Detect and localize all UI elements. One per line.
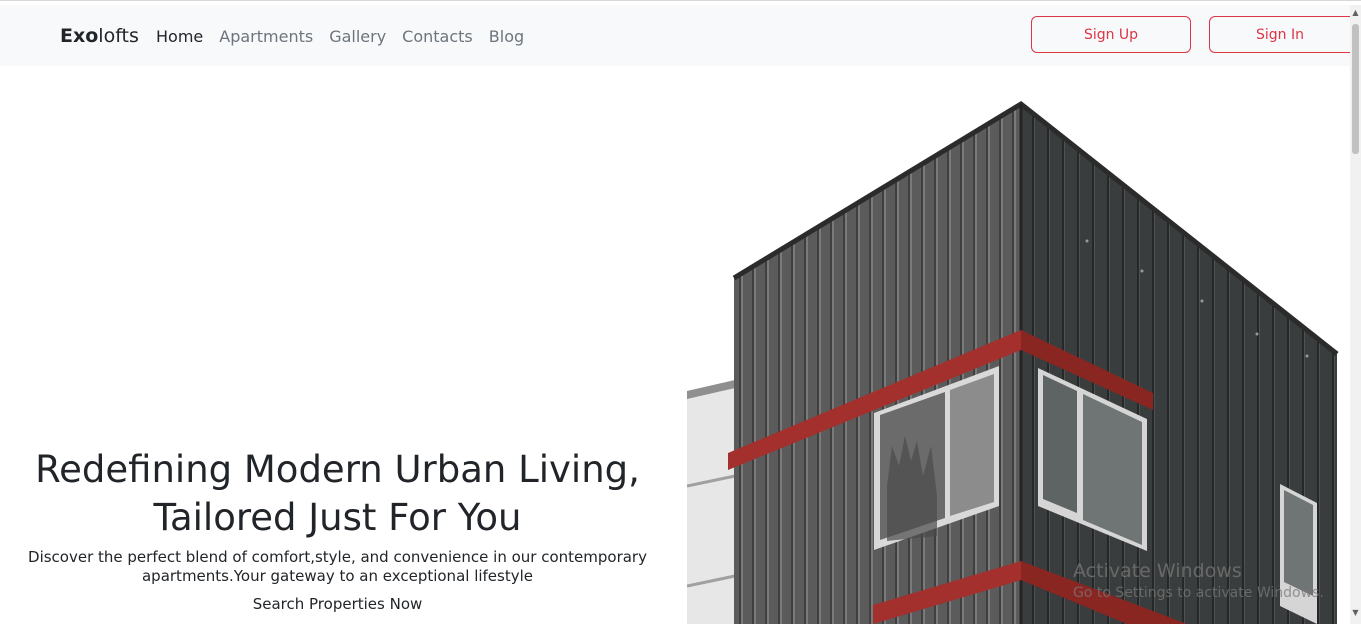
page-scrollbar[interactable]: ▲ ▼ [1350, 5, 1361, 624]
scroll-down-arrow-icon[interactable]: ▼ [1351, 608, 1360, 617]
hero-subtitle-line-2: apartments.Your gateway to an exceptiona… [141, 567, 534, 585]
hero-title-line-1: Redefining Modern Urban Living, [35, 448, 640, 491]
brand-bold: Exo [60, 25, 99, 47]
watermark-subtitle: Go to Settings to activate Windows. [1073, 585, 1324, 601]
navbar: Exolofts Home Apartments Gallery Contact… [0, 5, 1350, 66]
page: Exolofts Home Apartments Gallery Contact… [0, 0, 1361, 624]
nav-link-apartments[interactable]: Apartments [219, 27, 313, 46]
scroll-up-arrow-icon[interactable]: ▲ [1351, 8, 1360, 17]
watermark-title: Activate Windows [1073, 560, 1242, 582]
nav-link-home[interactable]: Home [156, 27, 203, 46]
search-properties-link[interactable]: Search Properties Now [0, 595, 675, 613]
hero-building-image [687, 66, 1350, 624]
brand-rest: lofts [98, 25, 139, 47]
hero-title: Redefining Modern Urban Living, Tailored… [0, 446, 675, 542]
nav-link-contacts[interactable]: Contacts [402, 27, 473, 46]
hero-subtitle: Discover the perfect blend of comfort,st… [0, 548, 675, 586]
hero-title-line-2: Tailored Just For You [153, 496, 522, 539]
activate-windows-watermark: Activate Windows Go to Settings to activ… [1073, 560, 1324, 601]
nav-links: Home Apartments Gallery Contacts Blog [156, 27, 540, 46]
nav-link-blog[interactable]: Blog [489, 27, 524, 46]
hero-subtitle-line-1: Discover the perfect blend of comfort,st… [28, 548, 647, 566]
brand-logo[interactable]: Exolofts [60, 25, 139, 47]
nav-link-gallery[interactable]: Gallery [329, 27, 386, 46]
scroll-thumb[interactable] [1352, 24, 1359, 154]
sign-up-button[interactable]: Sign Up [1031, 16, 1191, 53]
sign-in-button[interactable]: Sign In [1209, 16, 1350, 53]
